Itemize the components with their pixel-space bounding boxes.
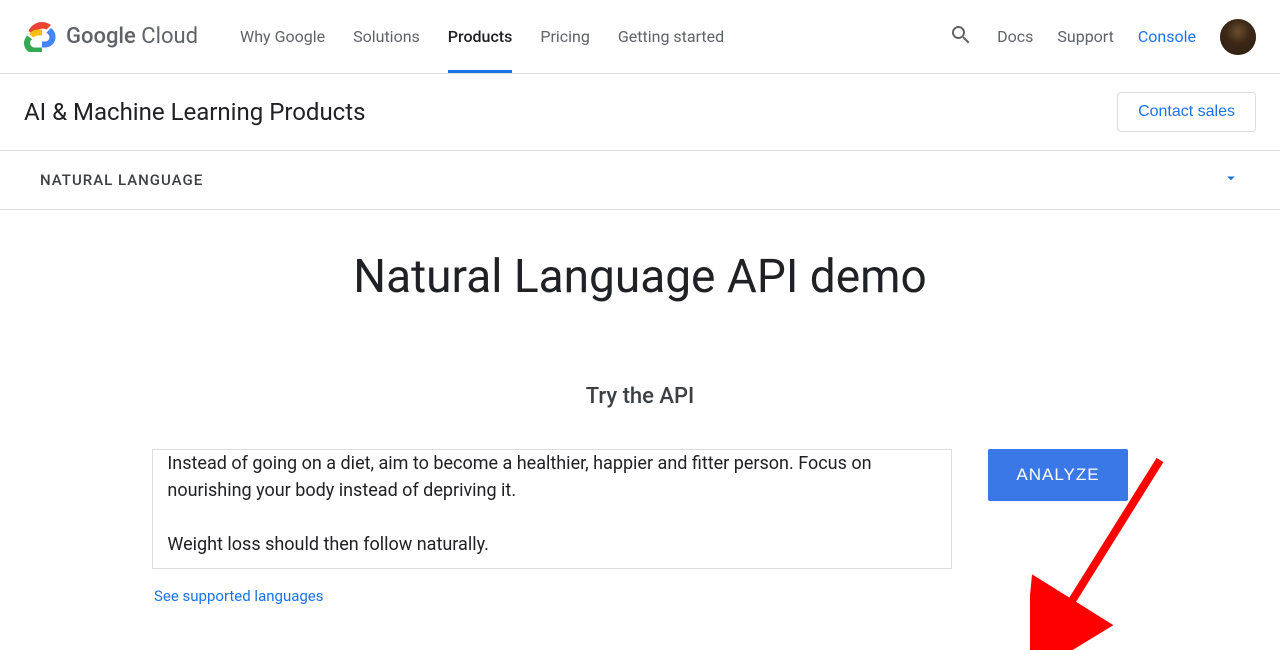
section-expander[interactable]: NATURAL LANGUAGE bbox=[0, 151, 1280, 210]
primary-nav: Why Google Solutions Products Pricing Ge… bbox=[226, 0, 738, 73]
nav-getting-started[interactable]: Getting started bbox=[604, 0, 738, 73]
header-right: Docs Support Console bbox=[949, 19, 1256, 55]
console-link[interactable]: Console bbox=[1138, 27, 1196, 46]
demo-row: ANALYZE bbox=[0, 449, 1280, 573]
try-api-label: Try the API bbox=[0, 384, 1280, 409]
logo-group[interactable]: Google Cloud bbox=[24, 22, 198, 52]
supported-languages-link[interactable]: See supported languages bbox=[154, 587, 324, 605]
analyze-button[interactable]: ANALYZE bbox=[988, 449, 1127, 501]
main-header: Google Cloud Why Google Solutions Produc… bbox=[0, 0, 1280, 74]
avatar[interactable] bbox=[1220, 19, 1256, 55]
nav-products[interactable]: Products bbox=[434, 0, 527, 73]
brand-text: Google Cloud bbox=[66, 24, 198, 49]
subheader-title: AI & Machine Learning Products bbox=[24, 98, 365, 126]
search-icon[interactable] bbox=[949, 23, 973, 51]
nav-pricing[interactable]: Pricing bbox=[526, 0, 604, 73]
textarea-wrap bbox=[152, 449, 952, 573]
supported-languages-wrap: See supported languages bbox=[0, 573, 1280, 605]
nav-why-google[interactable]: Why Google bbox=[226, 0, 339, 73]
sub-header: AI & Machine Learning Products Contact s… bbox=[0, 74, 1280, 151]
chevron-down-icon bbox=[1222, 169, 1240, 191]
main-content: Natural Language API demo Try the API AN… bbox=[0, 210, 1280, 645]
demo-textarea[interactable] bbox=[152, 449, 952, 569]
nav-solutions[interactable]: Solutions bbox=[339, 0, 434, 73]
expander-title: NATURAL LANGUAGE bbox=[40, 171, 203, 189]
page-title: Natural Language API demo bbox=[0, 250, 1280, 304]
google-cloud-logo-icon bbox=[24, 22, 60, 52]
docs-link[interactable]: Docs bbox=[997, 27, 1033, 46]
support-link[interactable]: Support bbox=[1057, 27, 1113, 46]
contact-sales-button[interactable]: Contact sales bbox=[1117, 92, 1256, 132]
